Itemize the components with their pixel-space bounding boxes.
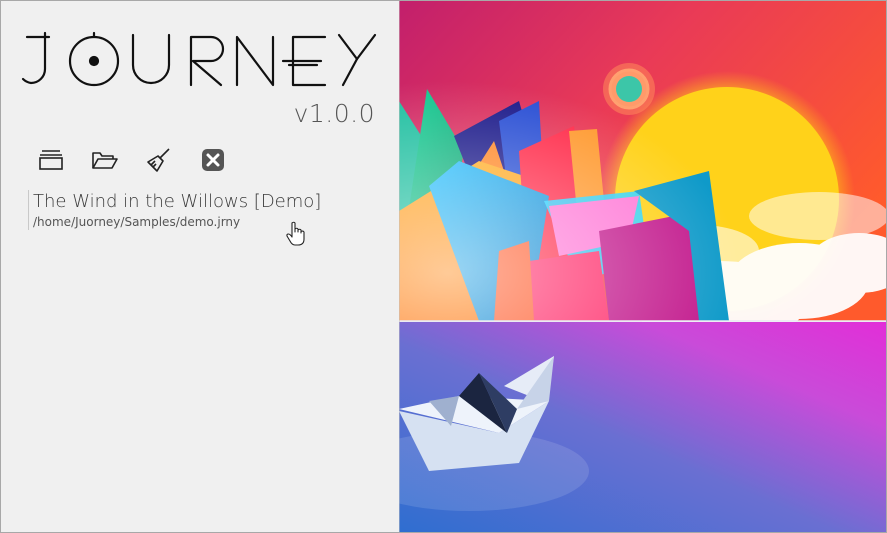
new-project-icon [39,150,63,170]
open-project-button[interactable] [91,146,119,174]
clear-broom-icon [147,148,170,172]
app-window: v1.0.0 The Wind in the Willows [Demo] /h… [0,0,887,533]
journey-logo [21,31,377,87]
open-folder-icon [92,152,118,169]
clear-recent-button[interactable] [145,146,173,174]
recent-project-title: The Wind in the Willows [Demo] [33,191,322,212]
hand-pointer-cursor-icon [286,221,305,246]
journey-artwork-image [399,1,886,532]
close-button[interactable] [199,146,227,174]
version-label: v1.0.0 [293,99,375,128]
new-project-button[interactable] [37,146,65,174]
recent-project-path: /home/Juorney/Samples/demo.jrny [33,215,241,229]
recent-project-item[interactable]: The Wind in the Willows [Demo] /home/Juo… [28,190,368,230]
recent-projects-list: The Wind in the Willows [Demo] /home/Juo… [28,190,368,230]
close-x-icon [202,149,224,171]
welcome-panel: v1.0.0 The Wind in the Willows [Demo] /h… [1,1,399,532]
